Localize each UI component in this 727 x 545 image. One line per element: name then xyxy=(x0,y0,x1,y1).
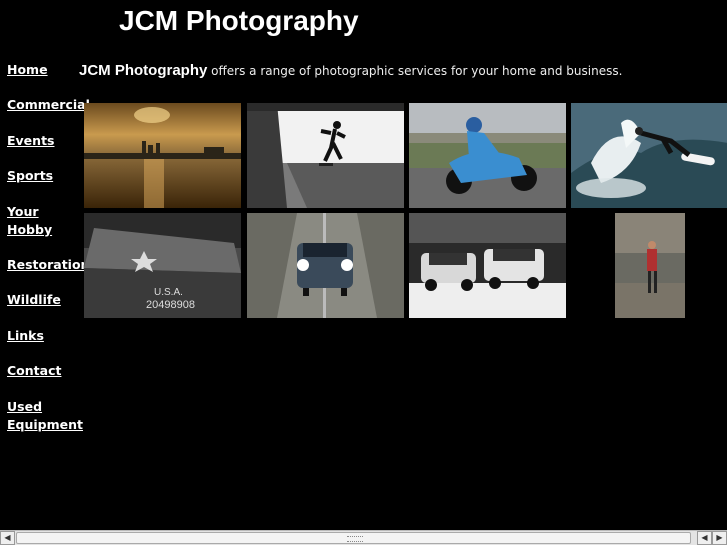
nav-your-hobby[interactable]: Your Hobby xyxy=(7,203,62,239)
site-title: JCM Photography xyxy=(119,5,359,36)
nav-wildlife[interactable]: Wildlife xyxy=(7,291,82,309)
vehicle-marking-usa: U.S.A. xyxy=(154,287,183,298)
sunset-harbour-image xyxy=(84,103,241,208)
scroll-right-alt-icon[interactable]: ◀ xyxy=(697,531,712,545)
photo-skateboarder[interactable] xyxy=(247,103,404,208)
photo-sunset-harbour[interactable] xyxy=(84,103,241,208)
car-on-road-image xyxy=(247,213,404,318)
photo-car-on-road[interactable] xyxy=(247,213,404,318)
nav-links[interactable]: Links xyxy=(7,327,82,345)
nav-events[interactable]: Events xyxy=(7,132,82,150)
photo-motorcycle-racer[interactable] xyxy=(409,103,566,208)
nav-restoration[interactable]: Restoration xyxy=(7,256,89,274)
person-in-sea-image xyxy=(615,213,685,318)
nav-contact[interactable]: Contact xyxy=(7,362,82,380)
vehicle-marking-number: 20498908 xyxy=(146,299,195,311)
surfer-image xyxy=(571,103,727,208)
photo-surfer[interactable] xyxy=(571,103,727,208)
military-vehicle-image: U.S.A. 20498908 xyxy=(84,213,241,318)
photo-two-minis[interactable] xyxy=(409,213,566,318)
horizontal-scrollbar[interactable]: ◀ ◀ ▶ xyxy=(0,530,727,545)
nav-commercial[interactable]: Commercial xyxy=(7,96,90,114)
scroll-right-icon[interactable]: ▶ xyxy=(712,531,727,545)
nav-used-equipment[interactable]: Used Equipment xyxy=(7,398,83,434)
scrollbar-thumb[interactable] xyxy=(16,532,691,544)
photo-military-vehicle[interactable]: U.S.A. 20498908 xyxy=(84,213,241,318)
intro-text: JCM Photography offers a range of photog… xyxy=(79,62,622,79)
intro-description: offers a range of photographic services … xyxy=(207,64,623,78)
nav-sports[interactable]: Sports xyxy=(7,167,82,185)
intro-brand: JCM Photography xyxy=(79,62,208,79)
scroll-left-icon[interactable]: ◀ xyxy=(0,531,15,545)
nav-home[interactable]: Home xyxy=(7,61,82,79)
two-minis-image xyxy=(409,213,566,318)
photo-person-in-sea[interactable] xyxy=(615,213,685,318)
skateboarder-image xyxy=(247,103,404,208)
motorcycle-racer-image xyxy=(409,103,566,208)
grip-icon xyxy=(347,536,363,542)
